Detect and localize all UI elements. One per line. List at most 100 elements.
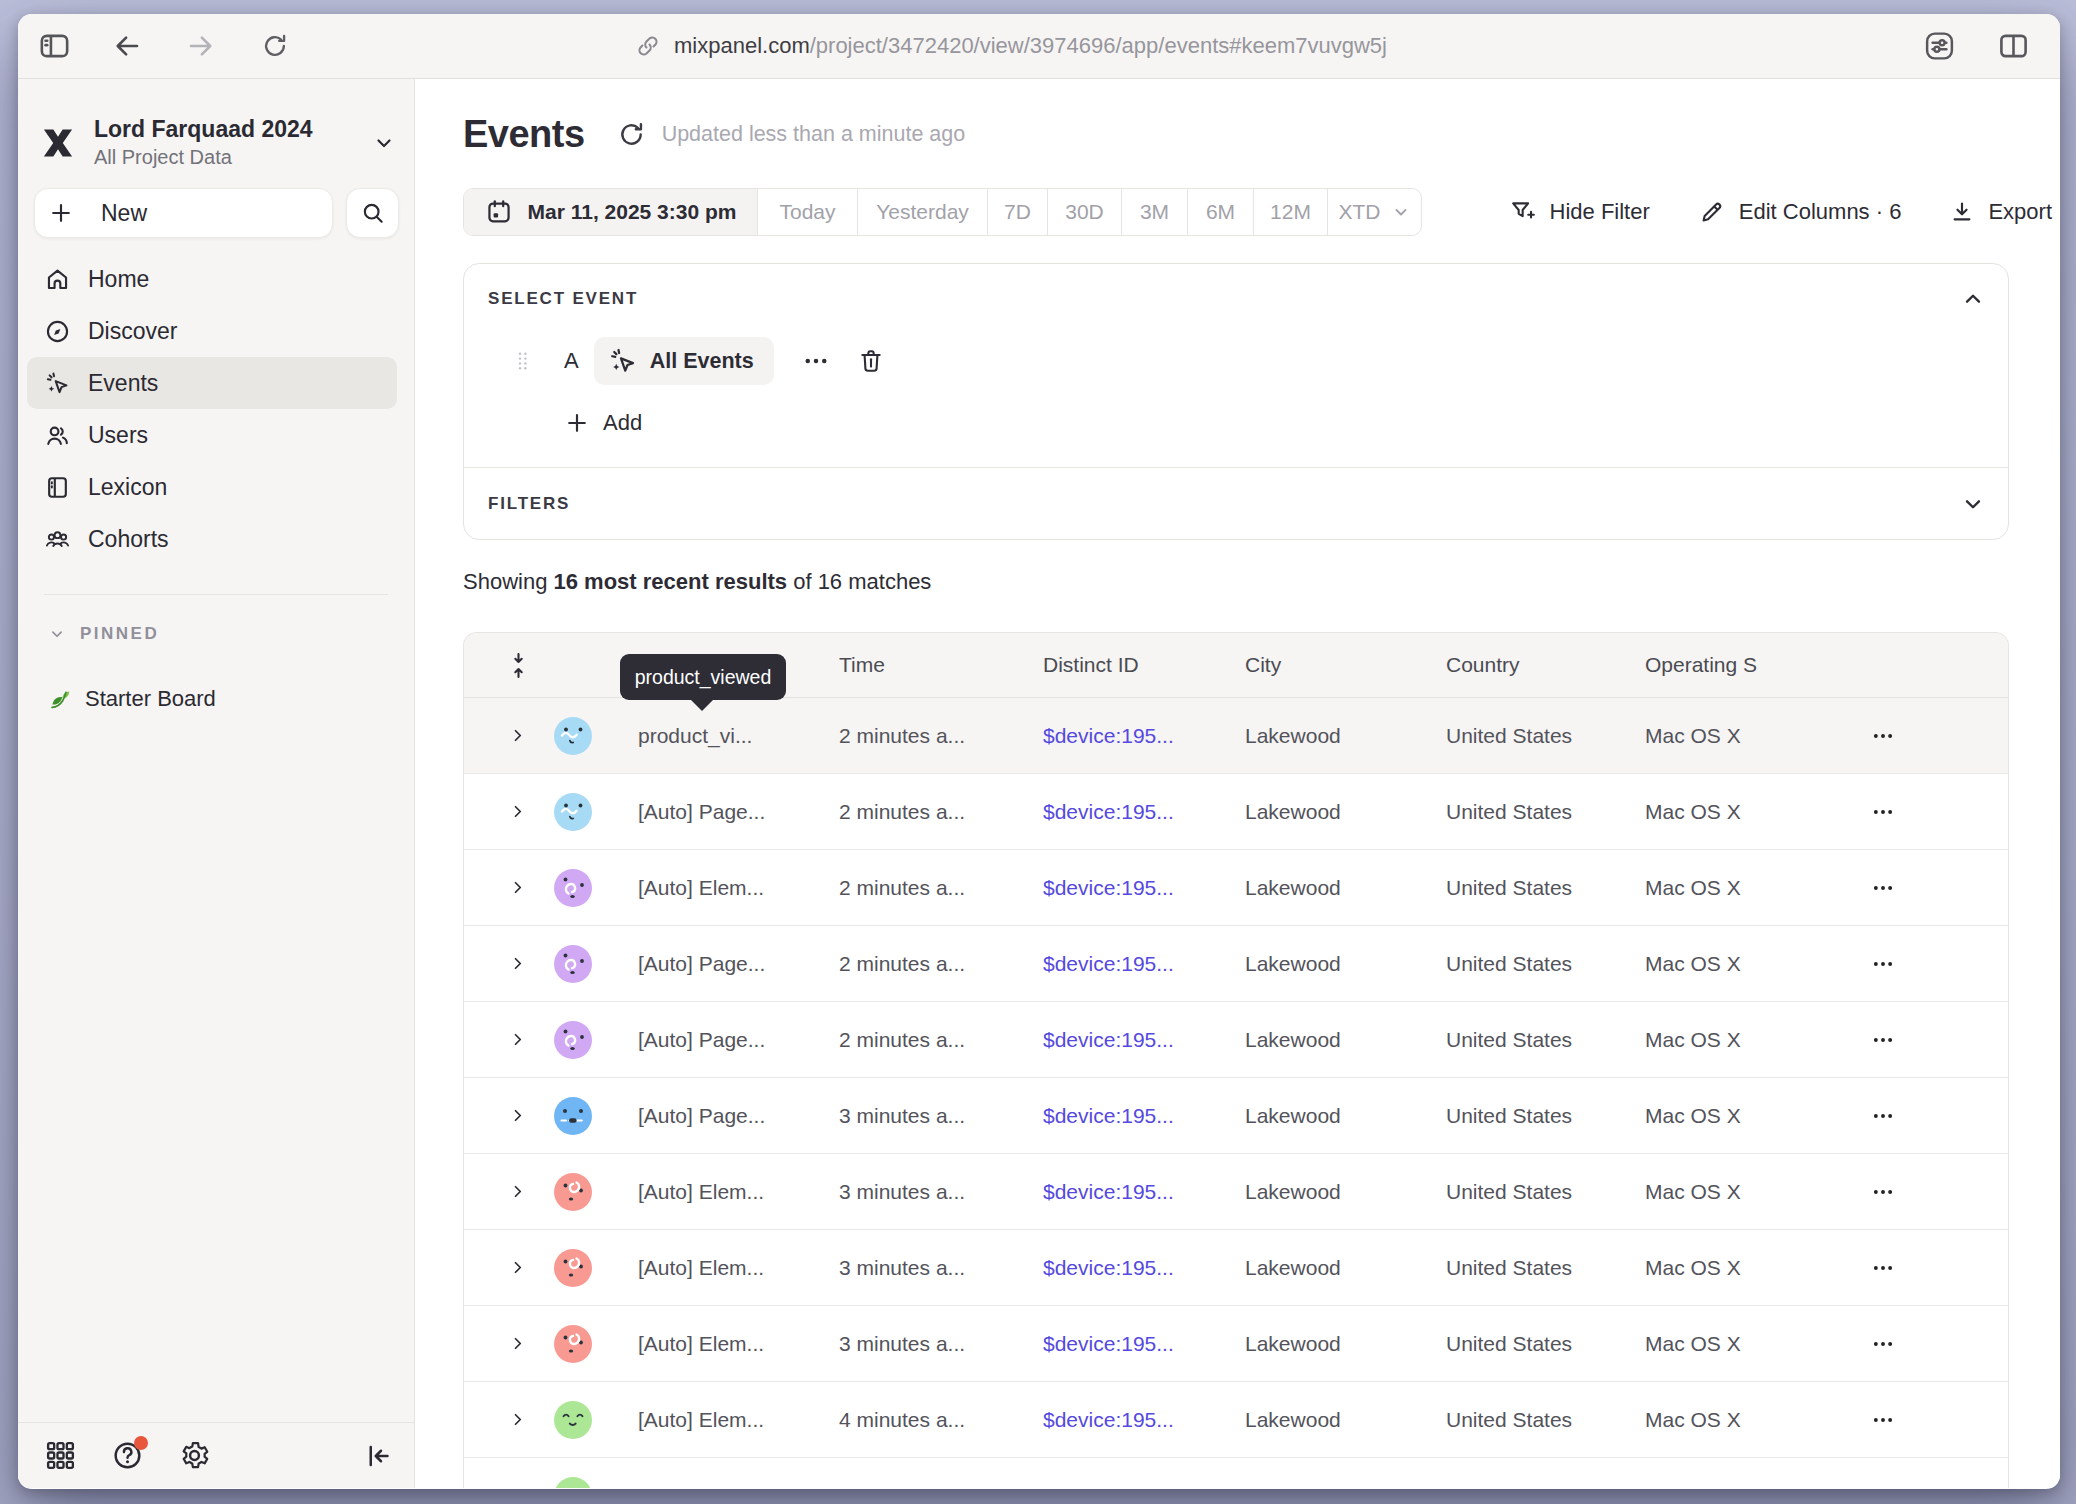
distinct-id-cell[interactable]: $device:195... — [1043, 1028, 1245, 1052]
expand-row-icon[interactable] — [508, 954, 554, 973]
row-menu-icon[interactable] — [1870, 951, 2008, 977]
settings-gear-icon[interactable] — [178, 1439, 211, 1472]
row-menu-icon[interactable] — [1870, 1103, 2008, 1129]
sidebar-item-events[interactable]: Events — [27, 357, 397, 409]
address-bar[interactable]: mixpanel.com/project/3472420/view/397469… — [635, 33, 1387, 59]
more-options-icon[interactable] — [801, 346, 831, 376]
expand-row-icon[interactable] — [508, 1258, 554, 1277]
distinct-id-cell[interactable]: $device:195... — [1043, 1332, 1245, 1356]
table-row[interactable]: [Auto] Page... 3 minutes a... $device:19… — [464, 1078, 2008, 1154]
help-icon[interactable] — [111, 1439, 144, 1472]
distinct-id-cell[interactable]: $device:195... — [1043, 1180, 1245, 1204]
event-chip-label: All Events — [650, 349, 754, 374]
table-row[interactable]: [Auto] Elem... 3 minutes a... $device:19… — [464, 1230, 2008, 1306]
table-row[interactable]: [Auto] Page... 2 minutes a... $device:19… — [464, 1002, 2008, 1078]
country-cell: United States — [1446, 724, 1645, 748]
event-selector-chip[interactable]: All Events — [594, 337, 774, 385]
row-height-toggle-icon[interactable] — [508, 651, 554, 680]
table-row[interactable]: [Auto] Elem... 3 minutes a... $device:19… — [464, 1306, 2008, 1382]
range-today-button[interactable]: Today — [757, 189, 857, 235]
edit-columns-button[interactable]: Edit Columns · 6 — [1698, 198, 1902, 226]
column-header-city[interactable]: City — [1245, 653, 1446, 677]
row-menu-icon[interactable] — [1870, 1407, 2008, 1433]
forward-icon[interactable] — [186, 31, 216, 61]
add-event-button[interactable]: Add — [564, 404, 642, 442]
date-picker-button[interactable]: Mar 11, 2025 3:30 pm — [464, 189, 757, 235]
drag-handle-icon[interactable] — [511, 349, 535, 373]
pinned-section-header[interactable]: PINNED — [48, 624, 159, 644]
table-row[interactable]: [Auto] Elem... 2 minutes a... $device:19… — [464, 850, 2008, 926]
country-cell: United States — [1446, 1408, 1645, 1432]
expand-row-icon[interactable] — [508, 1410, 554, 1429]
range-yesterday-button[interactable]: Yesterday — [857, 189, 987, 235]
back-icon[interactable] — [112, 31, 142, 61]
new-button[interactable]: New — [34, 188, 333, 238]
event-name-cell: [Auto] Page... — [638, 800, 839, 824]
table-row[interactable]: [Auto] Page... 2 minutes a... $device:19… — [464, 926, 2008, 1002]
hide-filter-button[interactable]: Hide Filter — [1509, 198, 1650, 226]
column-header-country[interactable]: Country — [1446, 653, 1645, 677]
browser-tune-icon[interactable] — [1923, 30, 1956, 63]
row-menu-icon[interactable] — [1870, 1331, 2008, 1357]
expand-row-icon[interactable] — [508, 1030, 554, 1049]
event-name-cell: [Auto] Elem... — [638, 1408, 839, 1432]
row-menu-icon[interactable] — [1870, 1255, 2008, 1281]
expand-row-icon[interactable] — [508, 1106, 554, 1125]
main-content: Events Updated less than a minute ago Ma… — [415, 79, 2060, 1488]
refresh-icon[interactable] — [617, 120, 646, 149]
table-row[interactable]: [Auto] Page... 2 minutes a... $device:19… — [464, 774, 2008, 850]
column-header-distinct[interactable]: Distinct ID — [1043, 653, 1245, 677]
date-label: Mar 11, 2025 3:30 pm — [528, 200, 737, 224]
event-name-cell: [Auto] Elem... — [638, 1332, 839, 1356]
sidebar-toggle-icon[interactable] — [38, 30, 71, 63]
chevron-down-icon — [372, 131, 396, 155]
distinct-id-cell[interactable]: $device:195... — [1043, 1256, 1245, 1280]
sidebar-item-cohorts[interactable]: Cohorts — [27, 513, 397, 565]
expand-row-icon[interactable] — [508, 802, 554, 821]
filters-section[interactable]: FILTERS — [488, 468, 1986, 539]
table-row[interactable]: [Auto] Elem... 4 minutes a... $device:19… — [464, 1382, 2008, 1458]
expand-row-icon[interactable] — [508, 1334, 554, 1353]
row-menu-icon[interactable] — [1870, 1179, 2008, 1205]
distinct-id-cell[interactable]: $device:195... — [1043, 724, 1245, 748]
reload-icon[interactable] — [261, 32, 289, 60]
row-menu-icon[interactable] — [1870, 799, 2008, 825]
row-menu-icon[interactable] — [1870, 1483, 2008, 1489]
sidebar-item-home[interactable]: Home — [27, 253, 397, 305]
range-30d-button[interactable]: 30D — [1047, 189, 1121, 235]
expand-row-icon[interactable] — [508, 878, 554, 897]
export-button[interactable]: Export — [1949, 199, 2052, 225]
row-menu-icon[interactable] — [1870, 875, 2008, 901]
home-icon — [44, 266, 71, 293]
sidebar-item-lexicon[interactable]: Lexicon — [27, 461, 397, 513]
range-12m-button[interactable]: 12M — [1253, 189, 1327, 235]
distinct-id-cell[interactable]: $device:195... — [1043, 1408, 1245, 1432]
range-xtd-button[interactable]: XTD — [1327, 189, 1421, 235]
distinct-id-cell[interactable]: $device:195... — [1043, 800, 1245, 824]
split-view-icon[interactable] — [1997, 30, 2030, 63]
search-button[interactable] — [346, 188, 399, 238]
apps-grid-icon[interactable] — [44, 1439, 77, 1472]
column-header-time[interactable]: Time — [839, 653, 1043, 677]
range-7d-button[interactable]: 7D — [987, 189, 1047, 235]
expand-row-icon[interactable] — [508, 726, 554, 745]
range-3m-button[interactable]: 3M — [1121, 189, 1187, 235]
sidebar-item-discover[interactable]: Discover — [27, 305, 397, 357]
range-6m-button[interactable]: 6M — [1187, 189, 1253, 235]
collapse-section-icon[interactable] — [1960, 286, 1986, 312]
table-row[interactable]: [Auto] Elem... 3 minutes a... $device:19… — [464, 1154, 2008, 1230]
row-menu-icon[interactable] — [1870, 723, 2008, 749]
expand-row-icon[interactable] — [508, 1486, 554, 1488]
expand-row-icon[interactable] — [508, 1182, 554, 1201]
distinct-id-cell[interactable]: $device:195... — [1043, 952, 1245, 976]
column-header-operating[interactable]: Operating S — [1645, 653, 1856, 677]
trash-icon[interactable] — [857, 347, 885, 375]
project-switcher[interactable]: Lord Farquaad 2024 All Project Data — [40, 116, 396, 169]
row-menu-icon[interactable] — [1870, 1027, 2008, 1053]
collapse-sidebar-icon[interactable] — [364, 1441, 394, 1471]
distinct-id-cell[interactable]: $device:195... — [1043, 876, 1245, 900]
distinct-id-cell[interactable]: $device:195... — [1043, 1104, 1245, 1128]
sidebar-item-starter-board[interactable]: Starter Board — [48, 679, 216, 719]
table-row[interactable] — [464, 1458, 2008, 1488]
sidebar-item-users[interactable]: Users — [27, 409, 397, 461]
